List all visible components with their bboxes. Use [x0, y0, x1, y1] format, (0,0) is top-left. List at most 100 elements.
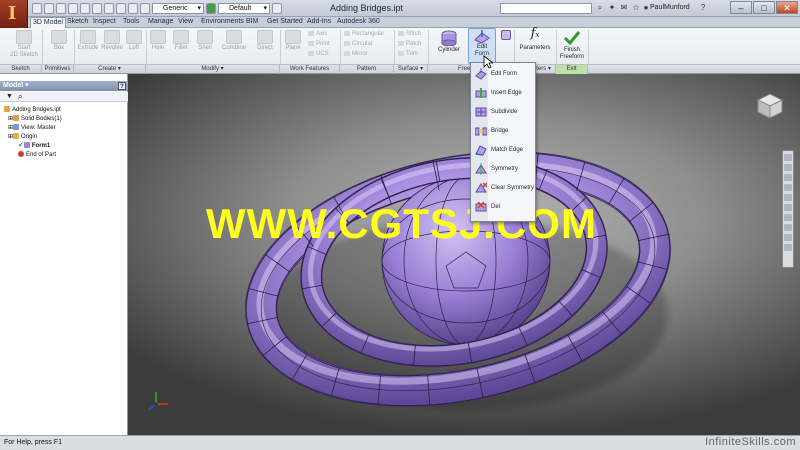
appearance-icon[interactable]	[206, 3, 216, 14]
menu-item-bridge[interactable]: Bridge	[473, 122, 535, 140]
point-button[interactable]: Point	[308, 41, 330, 48]
sketch-icon[interactable]	[116, 3, 126, 14]
tab-bim[interactable]: BIM	[244, 17, 260, 28]
undo-icon[interactable]	[68, 3, 78, 14]
panel-sketch[interactable]: Sketch	[0, 65, 42, 74]
tab-get-started[interactable]: Get Started	[265, 17, 305, 28]
return-icon[interactable]	[104, 3, 114, 14]
box-button[interactable]: Box	[48, 30, 70, 52]
direct-button[interactable]: Direct	[254, 30, 276, 52]
redo-icon[interactable]	[80, 3, 90, 14]
menu-item-delete[interactable]: Del	[473, 198, 535, 216]
steering-wheel-icon[interactable]	[784, 154, 792, 161]
menu-item-symmetry[interactable]: Symmetry	[473, 160, 535, 178]
home-icon[interactable]	[92, 3, 102, 14]
panel-primitives[interactable]: Primitives	[42, 65, 74, 74]
material-dropdown[interactable]: Generic	[152, 3, 204, 14]
patch-button[interactable]: Patch	[398, 41, 421, 48]
new-icon[interactable]	[32, 3, 42, 14]
mirror-button[interactable]: Mirror	[344, 51, 368, 58]
minimize-button[interactable]: –	[730, 1, 752, 14]
tab-manage[interactable]: Manage	[146, 17, 175, 28]
browser-header[interactable]: Model ▾ ?	[0, 81, 128, 91]
open-icon[interactable]	[44, 3, 54, 14]
freeform-tool-icon	[501, 30, 511, 40]
tree-item-form1[interactable]: ✔ Form1	[18, 142, 50, 150]
axis-button[interactable]: Axis	[308, 31, 327, 38]
binoculars-icon[interactable]: ⌕	[18, 92, 22, 102]
tab-environments[interactable]: Environments	[199, 17, 246, 28]
freeform-more-button[interactable]	[500, 30, 512, 41]
menu-item-clear-symmetry[interactable]: Clear Symmetry	[473, 179, 535, 197]
maximize-button[interactable]: □	[753, 1, 775, 14]
plane-button[interactable]: Plane	[282, 30, 304, 52]
panel-work-features[interactable]: Work Features	[280, 65, 340, 74]
help-icon[interactable]: ?	[698, 3, 708, 13]
stitch-button[interactable]: Stitch	[398, 31, 421, 38]
tab-inspect[interactable]: Inspect	[91, 17, 118, 28]
tree-item-solid-bodies[interactable]: ⊞ Solid Bodies(1)	[8, 115, 62, 123]
browser-help-button[interactable]: ?	[118, 82, 126, 90]
finish-freeform-button[interactable]: Finish Freeform	[558, 30, 586, 61]
communication-icon[interactable]: ✉	[619, 3, 629, 13]
circular-pattern-button[interactable]: Circular	[344, 41, 373, 48]
subscription-icon[interactable]: ✦	[607, 3, 617, 13]
tab-add-ins[interactable]: Add-Ins	[305, 17, 333, 28]
pan-icon[interactable]	[784, 164, 792, 171]
extrude-button[interactable]: Extrude	[76, 30, 100, 52]
menu-item-subdivide[interactable]: Subdivide	[473, 103, 535, 121]
favorites-icon[interactable]: ☆	[631, 3, 641, 13]
graphics-viewport[interactable]: WWW.CGTSJ.COM	[128, 74, 800, 435]
loft-button[interactable]: Loft	[124, 30, 144, 52]
shell-button[interactable]: Shell	[194, 30, 216, 52]
adjust-icon[interactable]	[272, 3, 282, 14]
zoom-all-icon[interactable]	[784, 204, 792, 211]
close-button[interactable]: ✕	[776, 1, 798, 14]
panel-modify[interactable]: Modify ▾	[146, 65, 280, 74]
user-name[interactable]: PaulMunford	[650, 4, 690, 11]
panel-exit[interactable]: Exit	[556, 65, 588, 74]
save-icon[interactable]	[56, 3, 66, 14]
parameters-button[interactable]: fx Parameters	[518, 27, 552, 52]
cylinder-button[interactable]: Cylinder	[434, 30, 464, 54]
filter-icon[interactable]: ▼	[6, 93, 13, 100]
panel-create[interactable]: Create ▾	[74, 65, 146, 74]
viewcube-icon[interactable]	[756, 92, 784, 120]
navigation-bar[interactable]	[782, 150, 794, 268]
tree-item-origin[interactable]: ⊞ Origin	[8, 133, 37, 141]
menu-item-match-edge[interactable]: Match Edge	[473, 141, 535, 159]
appearance-dropdown[interactable]: Default	[218, 3, 270, 14]
folder-icon	[13, 115, 20, 121]
tab-sketch[interactable]: Sketch	[65, 17, 90, 28]
trim-button[interactable]: Trim	[398, 51, 418, 58]
tab-autodesk-360[interactable]: Autodesk 360	[335, 17, 382, 28]
tab-tools[interactable]: Tools	[121, 17, 141, 28]
update-icon[interactable]	[128, 3, 138, 14]
ucs-button[interactable]: UCS	[308, 51, 329, 58]
navbar-settings-icon[interactable]	[784, 244, 792, 251]
help-search-input[interactable]	[500, 3, 592, 14]
free-orbit-icon[interactable]	[784, 224, 792, 231]
tree-item-part[interactable]: Adding Bridges.ipt	[4, 106, 61, 114]
application-menu-button[interactable]: I	[0, 0, 28, 30]
select-icon[interactable]	[140, 3, 150, 14]
panel-surface[interactable]: Surface ▾	[394, 65, 428, 74]
tree-item-end-of-part[interactable]: End of Part	[18, 151, 56, 159]
revolve-button[interactable]: Revolve	[100, 30, 124, 52]
tab-3d-model[interactable]: 3D Model	[30, 17, 66, 28]
start-2d-sketch-button[interactable]: Start 2D Sketch	[10, 30, 38, 59]
constrained-orbit-icon[interactable]	[784, 234, 792, 241]
zoom-window-icon[interactable]	[784, 214, 792, 221]
rectangular-pattern-button[interactable]: Rectangular	[344, 31, 384, 38]
orbit-icon[interactable]	[784, 184, 792, 191]
panel-pattern[interactable]: Pattern	[340, 65, 394, 74]
zoom-icon[interactable]	[784, 174, 792, 181]
tab-view[interactable]: View	[176, 17, 195, 28]
menu-item-insert-edge[interactable]: Insert Edge	[473, 84, 535, 102]
hole-button[interactable]: Hole	[148, 30, 168, 52]
fillet-button[interactable]: Fillet	[170, 30, 192, 52]
look-at-icon[interactable]	[784, 194, 792, 201]
tree-item-view[interactable]: ⊞ View: Master	[8, 124, 56, 132]
combine-button[interactable]: Combine	[218, 30, 250, 52]
binoculars-icon[interactable]: ⌕	[595, 3, 605, 13]
